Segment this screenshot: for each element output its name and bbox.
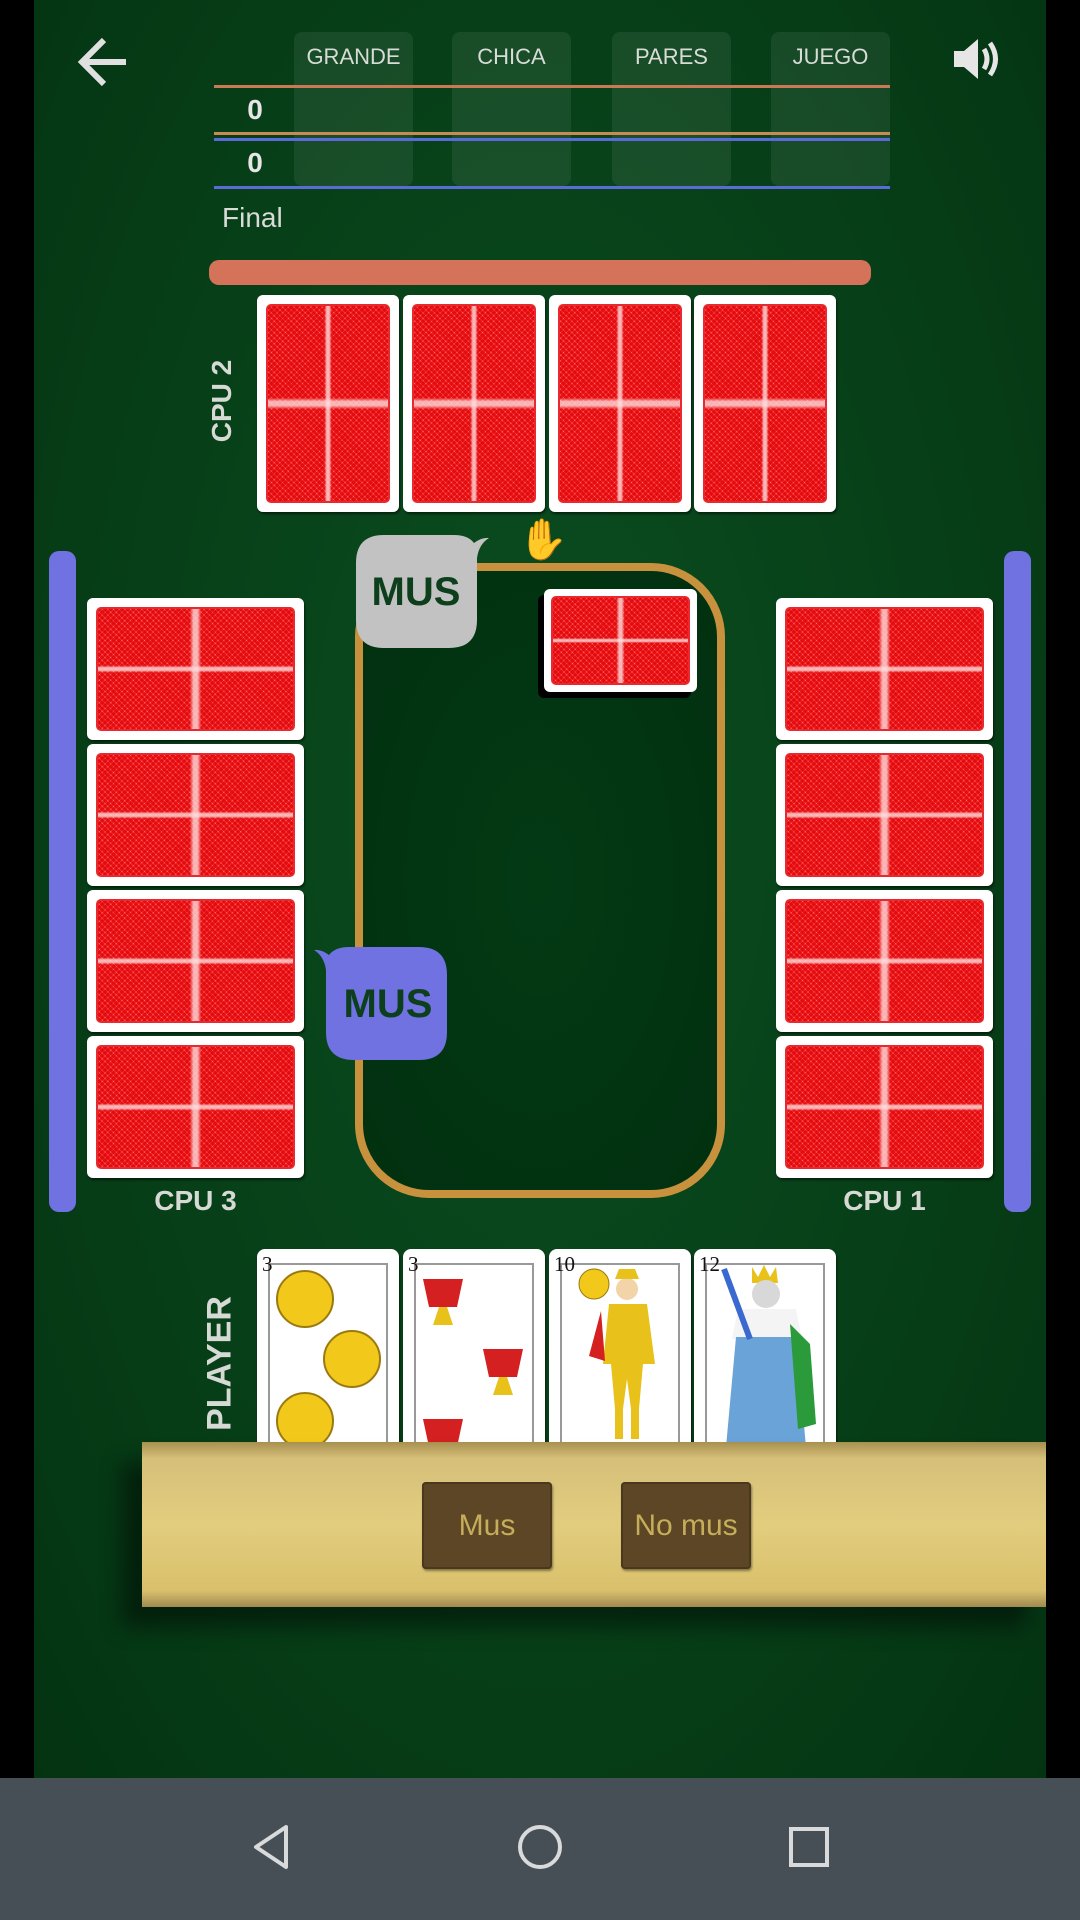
team2-line xyxy=(214,138,890,141)
team2-line xyxy=(214,186,890,189)
card-back xyxy=(87,890,304,1032)
column-header: CHICA xyxy=(477,44,546,69)
bubble-text-cpu2: MUS xyxy=(371,570,461,614)
game-status: Final xyxy=(222,202,283,233)
speaker-icon[interactable] xyxy=(950,34,1002,84)
mus-button[interactable]: Mus xyxy=(422,1482,552,1569)
team2-side-bar xyxy=(49,551,76,1212)
action-panel xyxy=(142,1442,1046,1607)
nav-recents-icon[interactable] xyxy=(787,1825,831,1869)
column-header: JUEGO xyxy=(792,44,869,69)
card-back xyxy=(87,598,304,740)
card-back xyxy=(549,295,691,512)
nav-back-icon[interactable] xyxy=(248,1822,296,1872)
player-label-cpu1: CPU 1 xyxy=(843,1185,926,1216)
no-mus-button[interactable]: No mus xyxy=(621,1482,751,1569)
bubble-text-cpu3: MUS xyxy=(343,982,433,1026)
card-back xyxy=(87,744,304,886)
nav-home-icon[interactable] xyxy=(515,1822,565,1872)
team2-side-bar xyxy=(1004,551,1031,1212)
player-label-cpu3: CPU 3 xyxy=(154,1185,237,1216)
card-back xyxy=(694,295,836,512)
team1-score: 0 xyxy=(247,94,263,125)
team1-line xyxy=(214,132,890,135)
player-label-player: PLAYER xyxy=(200,1296,239,1431)
arrow-left-icon[interactable] xyxy=(74,32,134,92)
card-back xyxy=(87,1036,304,1178)
team1-turn-bar xyxy=(209,260,871,285)
card-back xyxy=(257,295,399,512)
column-header: GRANDE xyxy=(306,44,401,69)
card-back xyxy=(776,598,993,740)
card-back xyxy=(776,744,993,886)
team2-score: 0 xyxy=(247,147,263,178)
card-back xyxy=(776,890,993,1032)
column-header: PARES xyxy=(635,44,708,69)
discard-card-back xyxy=(544,589,697,692)
card-back xyxy=(403,295,545,512)
player-label-cpu2: CPU 2 xyxy=(206,359,237,443)
team1-line xyxy=(214,85,890,88)
card-back xyxy=(776,1036,993,1178)
raised-hand-icon: ✋ xyxy=(518,518,568,562)
